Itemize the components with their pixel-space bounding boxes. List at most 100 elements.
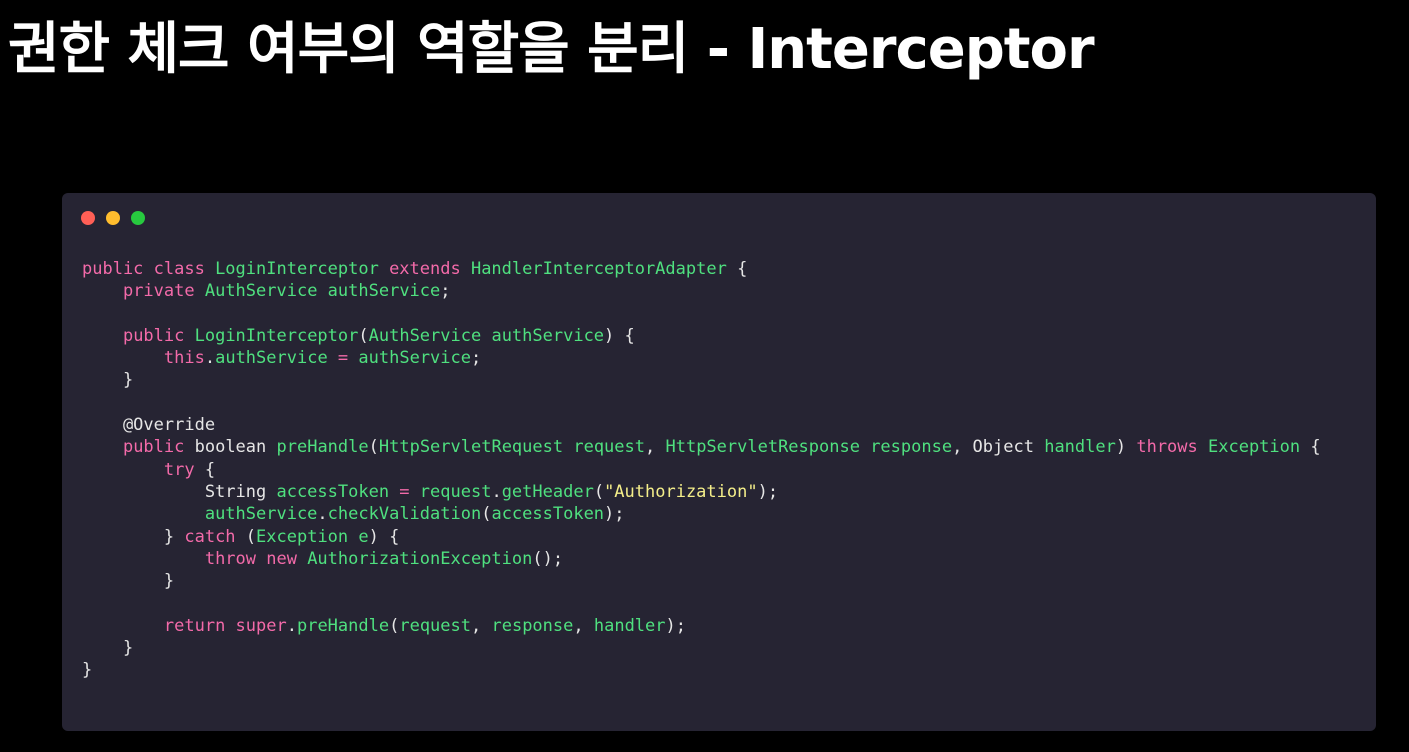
code-line: private AuthService authService; — [82, 280, 1321, 302]
window-controls — [81, 211, 145, 225]
code-token: ( — [593, 481, 605, 502]
code-token: response — [491, 615, 574, 636]
code-token: preHandle — [276, 437, 369, 458]
code-token: ( — [389, 615, 400, 636]
code-token: } — [82, 526, 185, 547]
code-token: LoginInterceptor — [194, 325, 359, 346]
code-token: { — [737, 259, 748, 279]
code-line: this.authService = authService; — [82, 347, 1321, 369]
code-token: } — [82, 638, 134, 659]
code-token: @Override — [82, 415, 216, 436]
code-token: } — [82, 370, 134, 391]
code-token: public — [122, 325, 195, 346]
maximize-dot-icon[interactable] — [131, 211, 145, 225]
code-token: ); — [665, 615, 686, 636]
code-line: return super.preHandle(request, response… — [82, 615, 1321, 637]
code-line: public class LoginInterceptor extends Ha… — [82, 258, 1321, 280]
code-token: ; — [471, 348, 482, 369]
code-token: = — [337, 348, 359, 369]
code-token: checkValidation — [327, 504, 482, 525]
code-token: throws — [1136, 437, 1208, 458]
code-token: accessToken — [491, 504, 605, 525]
code-line: } — [82, 637, 1321, 659]
code-token: ( — [245, 526, 257, 547]
code-token: HandlerInterceptorAdapter — [470, 259, 738, 279]
code-line: authService.checkValidation(accessToken)… — [82, 503, 1321, 525]
slide-title: 권한 체크 여부의 역할을 분리 - Interceptor — [8, 17, 1095, 82]
code-token: AuthorizationException — [307, 548, 533, 569]
code-token: ); — [757, 481, 779, 502]
code-token: . — [317, 504, 328, 525]
code-token: try — [163, 459, 205, 480]
code-token: authService — [358, 348, 471, 369]
code-token: HttpServletResponse — [665, 437, 871, 458]
code-token: request — [419, 481, 492, 502]
code-token: authService — [204, 504, 318, 525]
code-token: ( — [368, 437, 379, 458]
code-token: authService — [215, 348, 338, 369]
code-token: . — [286, 615, 297, 636]
code-line: try { — [82, 459, 1321, 481]
code-token: AuthService — [204, 281, 328, 302]
code-token: Exception — [1208, 437, 1311, 458]
code-token: this — [163, 348, 205, 369]
code-token: , — [645, 437, 666, 458]
code-token: (); — [532, 548, 564, 569]
code-token: public — [122, 437, 195, 458]
code-line: String accessToken = request.getHeader("… — [82, 481, 1321, 503]
code-token: ); — [604, 504, 625, 525]
code-token: authService — [327, 281, 441, 302]
code-token: response — [870, 437, 953, 458]
code-token: request — [399, 615, 471, 636]
code-token: . — [491, 481, 502, 502]
code-token: { — [1310, 437, 1321, 458]
code-line: } catch (Exception e) { — [82, 526, 1321, 548]
code-token: authService — [491, 325, 605, 346]
code-token: } — [82, 660, 93, 681]
code-window: public class LoginInterceptor extends Ha… — [62, 193, 1376, 731]
code-token: AuthService — [368, 325, 492, 346]
code-token: { — [204, 459, 216, 480]
code-token: , Object — [952, 437, 1045, 458]
code-token: private — [122, 281, 205, 302]
code-token: } — [82, 571, 175, 592]
code-line: } — [82, 369, 1321, 391]
code-token: String — [82, 481, 277, 502]
code-token: getHeader — [501, 481, 594, 502]
code-token: catch — [184, 526, 246, 547]
code-token: , — [573, 615, 594, 636]
code-token: ( — [481, 504, 492, 525]
code-line: } — [82, 570, 1321, 592]
code-line: public LoginInterceptor(AuthService auth… — [82, 325, 1321, 347]
code-token: , — [471, 615, 492, 636]
code-line: throw new AuthorizationException(); — [82, 548, 1321, 570]
minimize-dot-icon[interactable] — [106, 211, 120, 225]
code-token: = — [399, 481, 420, 502]
code-token: ; — [440, 281, 451, 302]
code-token: ) { — [368, 526, 400, 547]
code-token: ) { — [604, 325, 635, 346]
code-token: e — [358, 526, 369, 547]
code-token: preHandle — [296, 615, 390, 636]
code-token: throw new — [204, 548, 308, 569]
code-token: public class — [82, 259, 216, 279]
code-token: handler — [1044, 437, 1116, 458]
code-token: ) — [1115, 437, 1137, 458]
code-token: accessToken — [276, 481, 400, 502]
close-dot-icon[interactable] — [81, 211, 95, 225]
code-block: public class LoginInterceptor extends Ha… — [82, 258, 1321, 682]
code-token: boolean — [194, 437, 277, 458]
code-token: request — [573, 437, 645, 458]
code-token: return super — [163, 615, 287, 636]
code-token: Exception — [256, 526, 359, 547]
code-token: LoginInterceptor — [215, 259, 390, 279]
